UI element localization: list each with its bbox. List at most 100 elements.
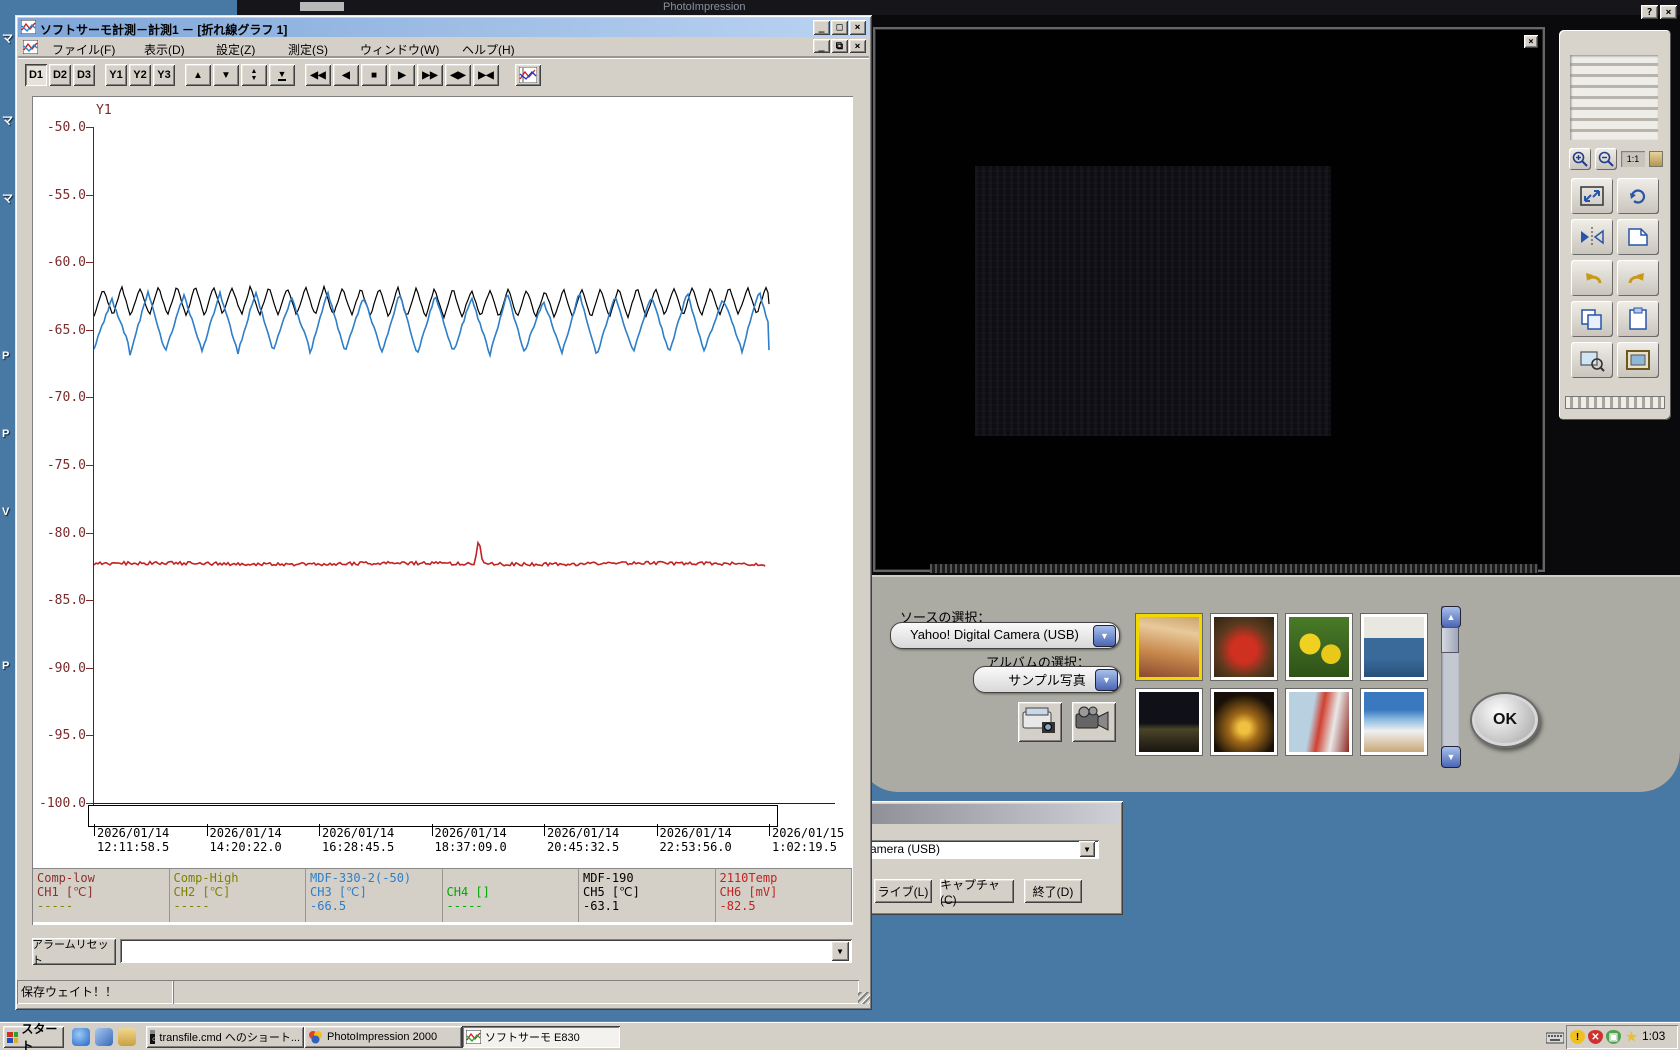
start-button[interactable]: スタート bbox=[3, 1022, 64, 1050]
fit-window-button[interactable] bbox=[1571, 178, 1613, 214]
album-dropdown-arrow-icon[interactable]: ▼ bbox=[1095, 669, 1118, 691]
scroll-up-arrow[interactable]: ▲ bbox=[1441, 606, 1461, 628]
close-button[interactable]: × bbox=[1660, 5, 1677, 19]
toolbar-fast-forward-button[interactable]: ▶▶ bbox=[417, 64, 443, 86]
y-tick-mark bbox=[86, 194, 93, 196]
toolbar-scroll-down-button[interactable]: ▼ bbox=[213, 64, 239, 86]
panel-scroll-bar[interactable] bbox=[1565, 396, 1665, 409]
help-button[interactable]: ? bbox=[1641, 5, 1658, 19]
toolbar-step-back-button[interactable]: ◀ bbox=[333, 64, 359, 86]
source-select-value: Yahoo! Digital Camera (USB) bbox=[910, 627, 1079, 642]
status-bar: 保存ウェイト！！ bbox=[17, 978, 870, 1008]
thumbnail-yellow-flowers[interactable] bbox=[1286, 614, 1352, 680]
keyboard-tray-wrap[interactable] bbox=[1545, 1030, 1565, 1044]
channel-name: MDF-190 bbox=[583, 871, 634, 885]
preview-close-icon[interactable]: × bbox=[1524, 35, 1538, 48]
shield-warning-tray-icon[interactable]: ! bbox=[1570, 1030, 1585, 1044]
child-restore-button[interactable]: ⧉ bbox=[831, 39, 848, 53]
channel-legend-table: Comp-low CH1 [℃] ----- Comp-High CH2 [℃] ----… bbox=[33, 868, 852, 922]
toolbar-graph-mode-button[interactable] bbox=[515, 64, 541, 86]
thumbnail-scrollbar[interactable]: ▲ ▼ bbox=[1441, 606, 1461, 768]
device-tray-icon[interactable]: ▣ bbox=[1606, 1030, 1621, 1044]
task-photoimpression[interactable]: PhotoImpression 2000 bbox=[304, 1026, 462, 1048]
y-tick-mark bbox=[86, 397, 93, 399]
chart-plot bbox=[94, 284, 770, 567]
undo-button[interactable] bbox=[1571, 260, 1613, 296]
toolbar-compress-button[interactable]: ▶◀ bbox=[473, 64, 499, 86]
video-camera-source-button[interactable] bbox=[1072, 702, 1116, 742]
scroll-thumb[interactable] bbox=[1441, 627, 1459, 653]
toolbar-expand-button[interactable]: ◀▶ bbox=[445, 64, 471, 86]
scanner-source-button[interactable] bbox=[1018, 702, 1062, 742]
copy-button[interactable] bbox=[1571, 301, 1613, 337]
combobox-arrow-icon[interactable]: ▼ bbox=[1079, 841, 1095, 857]
svg-text:cm: cm bbox=[152, 1036, 155, 1043]
show-desktop-icon[interactable] bbox=[118, 1028, 136, 1046]
zoom-out-button[interactable] bbox=[1595, 148, 1617, 170]
live-button[interactable]: ライブ(L) bbox=[874, 879, 932, 903]
thumbnail-ship-lighthouse[interactable] bbox=[1286, 689, 1352, 755]
desktop-icon-label-fragment: マ bbox=[2, 115, 13, 127]
toolbar-scroll-updown-button[interactable]: ▲ ▼ bbox=[241, 64, 267, 86]
source-dropdown-arrow-icon[interactable]: ▼ bbox=[1093, 625, 1116, 647]
alarm-reset-button[interactable]: アラームリセット bbox=[32, 938, 116, 967]
outlook-icon[interactable] bbox=[95, 1028, 113, 1046]
toolbar-d1-button[interactable]: D1 bbox=[25, 64, 47, 86]
star-tray-icon[interactable]: ★ bbox=[1624, 1029, 1639, 1044]
toolbar-scroll-up-button[interactable]: ▲ bbox=[185, 64, 211, 86]
thumbnail-red-bird[interactable] bbox=[1211, 614, 1277, 680]
album-select-dropdown[interactable]: サンプル写真 ▼ bbox=[973, 666, 1121, 693]
thumbnail-canyon-spires[interactable] bbox=[1136, 614, 1202, 680]
maximize-button[interactable]: □ bbox=[831, 20, 848, 35]
resize-grip[interactable] bbox=[858, 992, 870, 1004]
x-tick-label: 2026/01/14 22:53:56.0 bbox=[659, 826, 732, 854]
refresh-button[interactable] bbox=[1617, 178, 1659, 214]
toolbar-d3-button[interactable]: D3 bbox=[73, 64, 95, 86]
ok-button[interactable]: OK bbox=[1470, 692, 1540, 748]
paste-button[interactable] bbox=[1617, 301, 1659, 337]
flip-page-button[interactable] bbox=[1617, 219, 1659, 255]
frame-button[interactable] bbox=[1617, 342, 1659, 378]
task-transfile[interactable]: cm transfile.cmd へのショート... bbox=[146, 1026, 304, 1048]
thumbnail-sky-clouds[interactable] bbox=[1361, 689, 1427, 755]
preview-scroll-strip bbox=[930, 564, 1538, 573]
toolbar-y3-button[interactable]: Y3 bbox=[153, 64, 175, 86]
app-icon bbox=[22, 39, 39, 55]
toolbar-y2-button[interactable]: Y2 bbox=[129, 64, 151, 86]
redo-button[interactable] bbox=[1617, 260, 1659, 296]
task-softthermo[interactable]: ソフトサーモ E830 bbox=[462, 1026, 620, 1048]
scroll-down-arrow[interactable]: ▼ bbox=[1441, 746, 1461, 768]
thumbnail-city-night[interactable] bbox=[1136, 689, 1202, 755]
shield-error-tray-icon[interactable]: ✕ bbox=[1588, 1030, 1603, 1044]
alarm-combobox[interactable]: ▼ bbox=[120, 939, 852, 963]
internet-explorer-icon[interactable] bbox=[72, 1028, 90, 1046]
toolbar-scroll-bottom-button[interactable]: ▼ bbox=[269, 64, 295, 86]
channel-id: CH6 [mV] bbox=[719, 885, 778, 899]
toolbar-step-forward-button[interactable]: ▶ bbox=[389, 64, 415, 86]
alarm-combobox-arrow-icon[interactable]: ▼ bbox=[831, 941, 849, 961]
capture-button[interactable]: キャプチャ(C) bbox=[940, 878, 1014, 907]
source-select-dropdown[interactable]: Yahoo! Digital Camera (USB) ▼ bbox=[890, 622, 1120, 649]
desktop-icon-label-fragment: マ bbox=[2, 193, 13, 205]
child-minimize-button[interactable]: _ bbox=[813, 39, 830, 53]
toolbar-d2-button[interactable]: D2 bbox=[49, 64, 71, 86]
toolbar-stop-button[interactable]: ■ bbox=[361, 64, 387, 86]
thumbnail-harbor-boats[interactable] bbox=[1361, 614, 1427, 680]
tool-panel: 1:1 bbox=[1559, 30, 1671, 420]
zoom-in-button[interactable] bbox=[1569, 148, 1591, 170]
camera-source-combobox[interactable]: amera (USB) ▼ bbox=[868, 840, 1099, 859]
channel-id: CH3 [℃] bbox=[310, 885, 367, 899]
exit-button[interactable]: 終了(D) bbox=[1024, 879, 1082, 903]
refresh-icon bbox=[1630, 189, 1646, 204]
mirror-horizontal-button[interactable] bbox=[1571, 219, 1613, 255]
close-window-button[interactable]: × bbox=[849, 20, 866, 35]
toolbar-y1-button[interactable]: Y1 bbox=[105, 64, 127, 86]
y-tick-label: -90.0 bbox=[46, 660, 86, 676]
thumbnail-fiber-lights[interactable] bbox=[1211, 689, 1277, 755]
toolbar-rewind-button[interactable]: ◀◀ bbox=[305, 64, 331, 86]
child-close-button[interactable]: × bbox=[849, 39, 866, 53]
minimize-button[interactable]: _ bbox=[813, 20, 830, 35]
flip-page-icon bbox=[1628, 228, 1648, 246]
preview-button[interactable] bbox=[1571, 342, 1613, 378]
actual-size-button[interactable]: 1:1 bbox=[1621, 151, 1645, 167]
